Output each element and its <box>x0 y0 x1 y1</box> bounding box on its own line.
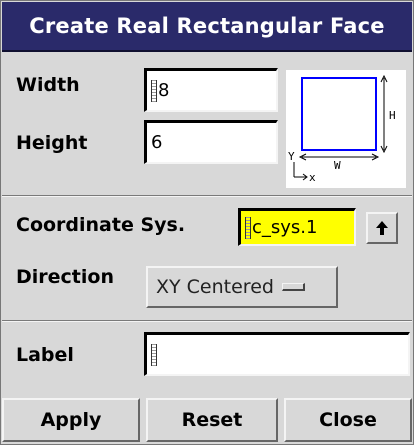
width-field[interactable]: 8 <box>144 68 278 112</box>
rectangle-diagram: H W Y x <box>286 70 406 188</box>
coordinate-sys-label: Coordinate Sys. <box>16 214 186 236</box>
width-value: 8 <box>158 80 170 101</box>
width-dim-text: W <box>334 159 341 172</box>
direction-label: Direction <box>16 266 114 288</box>
pick-coordinate-button[interactable] <box>366 212 398 244</box>
label-field[interactable] <box>144 332 410 376</box>
separator <box>2 320 412 322</box>
direction-value: XY Centered <box>156 276 274 298</box>
x-axis-text: x <box>309 171 316 184</box>
coordinate-sys-field[interactable]: c_sys.1 <box>238 208 356 246</box>
separator <box>2 195 412 197</box>
rectangle-shape <box>301 77 377 151</box>
close-button-label: Close <box>319 409 377 431</box>
y-axis-text: Y <box>288 150 295 163</box>
label-label: Label <box>16 344 74 366</box>
height-value: 6 <box>151 132 163 153</box>
text-cursor-icon <box>151 343 157 366</box>
title-bar: Create Real Rectangular Face <box>2 2 412 52</box>
height-field[interactable]: 6 <box>144 120 278 164</box>
text-cursor-icon <box>151 79 157 102</box>
close-button[interactable]: Close <box>284 398 412 442</box>
reset-button-label: Reset <box>181 409 243 431</box>
dialog-title: Create Real Rectangular Face <box>29 14 385 38</box>
direction-option-menu[interactable]: XY Centered <box>146 266 338 308</box>
apply-button-label: Apply <box>40 409 102 431</box>
up-arrow-icon <box>376 221 388 235</box>
height-label: Height <box>16 132 88 154</box>
coordinate-sys-value: c_sys.1 <box>252 217 318 238</box>
width-label: Width <box>16 74 80 96</box>
reset-button[interactable]: Reset <box>146 398 278 442</box>
height-dim-text: H <box>389 109 396 122</box>
text-cursor-icon <box>245 216 251 239</box>
apply-button[interactable]: Apply <box>2 398 140 442</box>
option-menu-indicator-icon <box>281 283 305 291</box>
